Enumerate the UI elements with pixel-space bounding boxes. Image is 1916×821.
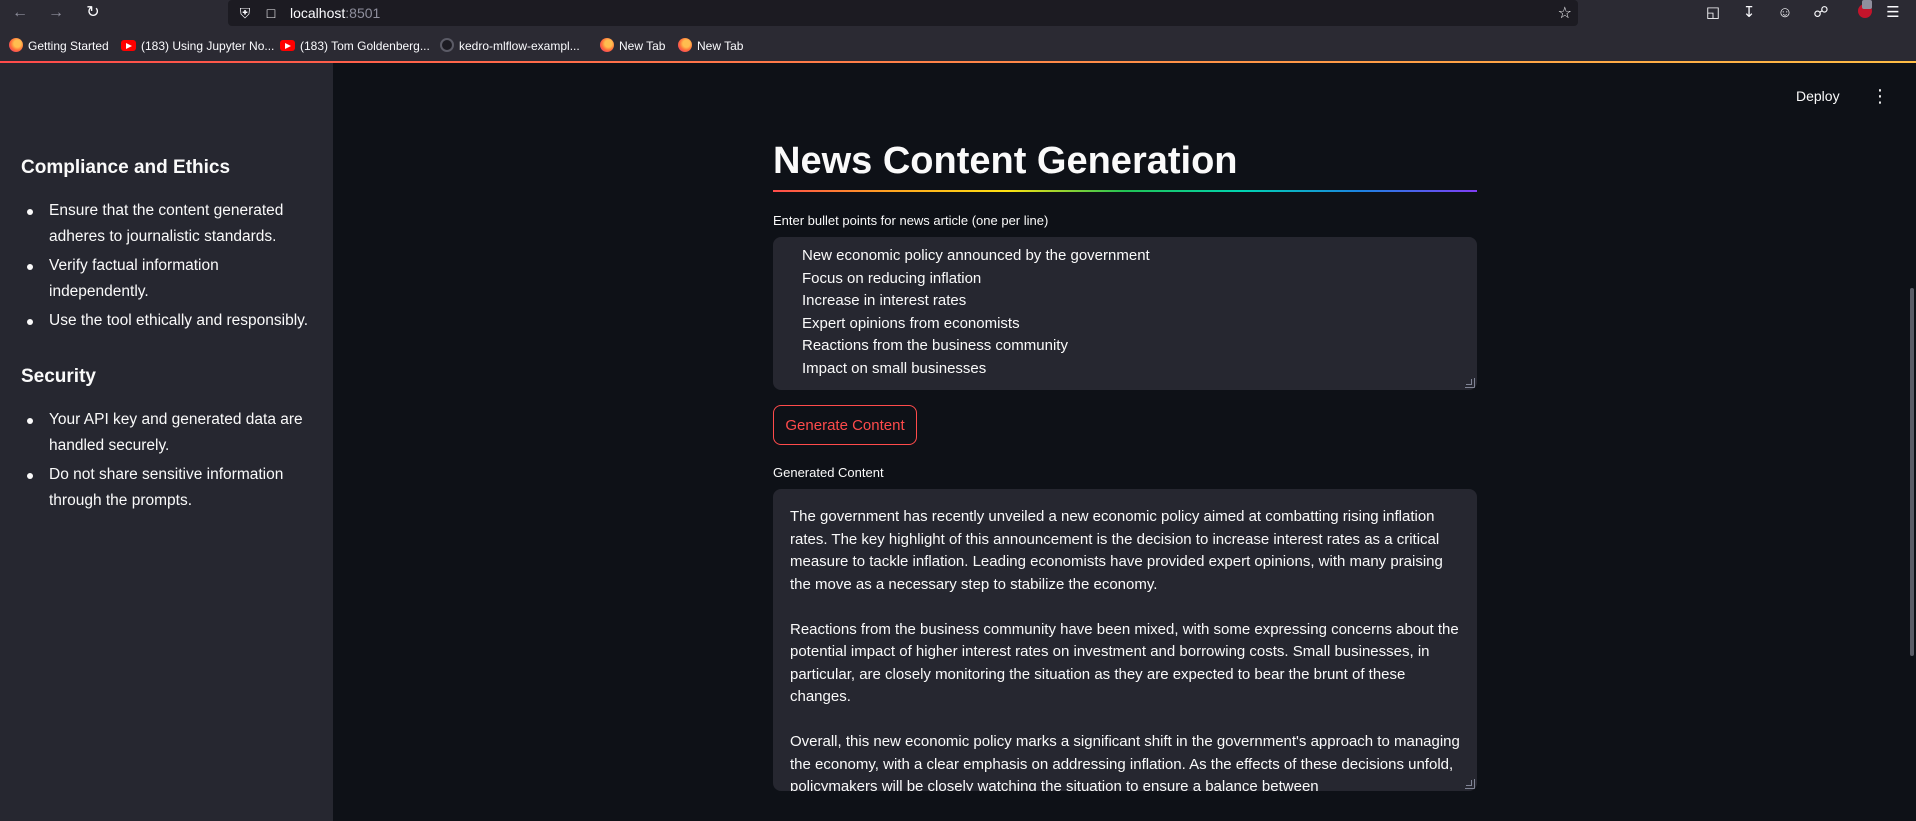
resize-handle-icon[interactable]: [1465, 378, 1475, 388]
textarea-line: Expert opinions from economists: [802, 314, 1020, 332]
input-label: Enter bullet points for news article (on…: [773, 213, 1049, 228]
page-scrollbar[interactable]: [1910, 288, 1914, 656]
shield-icon[interactable]: ⛨: [236, 4, 254, 22]
page-icon[interactable]: □: [262, 4, 280, 22]
page-title: News Content Generation: [773, 140, 1238, 182]
back-arrow-icon[interactable]: ←: [9, 2, 31, 24]
firefox-icon: [678, 38, 692, 52]
forward-arrow-icon[interactable]: →: [45, 2, 67, 24]
compliance-list: Ensure that the content generated adhere…: [21, 198, 311, 337]
youtube-icon: [280, 40, 295, 51]
list-item: Use the tool ethically and responsibly.: [21, 308, 311, 334]
textarea-line: New economic policy announced by the gov…: [802, 247, 1150, 264]
extensions-icon[interactable]: ☍: [1810, 2, 1832, 24]
bookmark-item[interactable]: (183) Tom Goldenberg...: [280, 36, 430, 56]
account-icon[interactable]: ☺: [1774, 2, 1796, 24]
browser-chrome: ← → ↻ ⛨ □ localhost:8501 ☆ ◱ ↧ ☺ ☍ ☰ Get…: [0, 0, 1916, 62]
badge-count: [1862, 0, 1872, 9]
generated-content-textarea[interactable]: The government has recently unveiled a n…: [773, 489, 1477, 791]
textarea-line: Focus on reducing inflation: [802, 269, 982, 287]
generated-paragraph: Overall, this new economic policy marks …: [790, 733, 1460, 791]
pocket-icon[interactable]: ◱: [1702, 2, 1724, 24]
address-bar[interactable]: ⛨ □ localhost:8501 ☆: [228, 0, 1578, 26]
youtube-icon: [121, 40, 136, 51]
bullet-points-textarea[interactable]: New economic policy announced by the gov…: [773, 237, 1477, 390]
bookmark-item[interactable]: New Tab: [678, 36, 743, 56]
hamburger-menu-icon[interactable]: ☰: [1882, 2, 1904, 24]
deploy-button[interactable]: Deploy: [1796, 88, 1840, 104]
output-label: Generated Content: [773, 465, 884, 480]
generate-content-button[interactable]: Generate Content: [773, 405, 917, 445]
security-heading: Security: [21, 366, 96, 387]
firefox-icon: [600, 38, 614, 52]
list-item: Your API key and generated data are hand…: [21, 407, 311, 459]
textarea-line: Increase in interest rates: [802, 292, 967, 309]
reload-icon[interactable]: ↻: [82, 2, 104, 24]
more-options-icon[interactable]: ⋮: [1871, 86, 1889, 106]
security-list: Your API key and generated data are hand…: [21, 407, 311, 517]
browser-toolbar: ← → ↻ ⛨ □ localhost:8501 ☆ ◱ ↧ ☺ ☍ ☰: [0, 0, 1916, 26]
bookmark-item[interactable]: kedro-mlflow-exampl...: [440, 36, 580, 56]
generated-paragraph: The government has recently unveiled a n…: [790, 508, 1443, 593]
bookmark-item[interactable]: (183) Using Jupyter No...: [121, 36, 274, 56]
bookmark-item[interactable]: Getting Started: [9, 36, 109, 56]
bookmark-star-icon[interactable]: ☆: [1558, 3, 1572, 23]
textarea-line: Reactions from the business community: [802, 337, 1068, 354]
bookmarks-bar: Getting Started (183) Using Jupyter No..…: [0, 36, 1916, 56]
list-item: Verify factual information independently…: [21, 253, 311, 305]
list-item: Ensure that the content generated adhere…: [21, 198, 311, 250]
list-item: Do not share sensitive information throu…: [21, 462, 311, 514]
textarea-line: Impact on small businesses: [802, 359, 987, 377]
title-divider: [773, 190, 1477, 192]
generated-paragraph: Reactions from the business community ha…: [790, 620, 1459, 706]
sidebar: Compliance and Ethics Ensure that the co…: [0, 63, 333, 821]
resize-handle-icon[interactable]: [1465, 779, 1475, 789]
download-icon[interactable]: ↧: [1738, 2, 1760, 24]
firefox-icon: [9, 38, 23, 52]
url-text[interactable]: localhost:8501: [290, 5, 380, 21]
compliance-heading: Compliance and Ethics: [21, 157, 231, 178]
bookmark-item[interactable]: New Tab: [600, 36, 665, 56]
github-icon: [440, 38, 454, 52]
